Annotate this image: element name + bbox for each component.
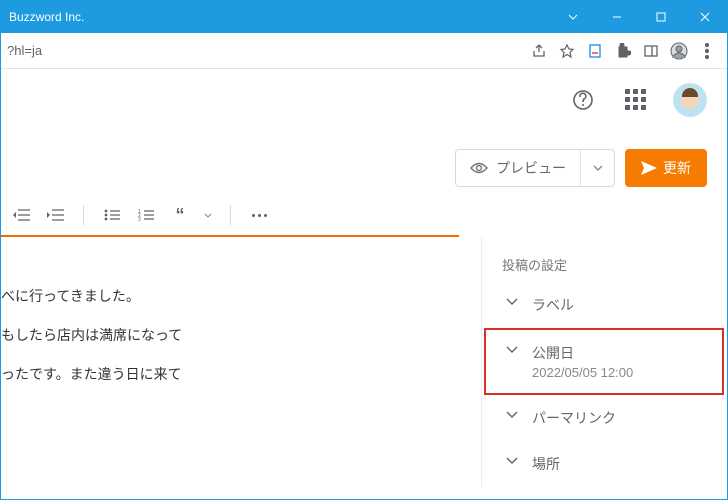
extensions-icon[interactable]	[609, 33, 637, 69]
outdent-icon[interactable]	[11, 205, 31, 225]
svg-text:3: 3	[138, 217, 141, 222]
update-label: 更新	[663, 158, 691, 178]
publish-date-value: 2022/05/05 12:00	[532, 365, 633, 380]
post-settings-sidebar: 投稿の設定 ラベル 公開日 2022/05/05 12:00 パーマリンク 場所	[481, 237, 727, 487]
accordion-labels[interactable]: ラベル	[502, 282, 727, 328]
editor-body[interactable]: べに行ってきました。 もしたら店内は満席になって ったです。また違う日に来て	[1, 237, 481, 487]
window-titlebar: Buzzword Inc.	[1, 1, 727, 33]
accordion-label: 公開日	[532, 343, 633, 363]
app-header	[1, 69, 727, 131]
sidepanel-icon[interactable]	[637, 33, 665, 69]
address-bar: ?hl=ja	[1, 33, 727, 69]
window-minimize[interactable]	[595, 1, 639, 33]
preview-button[interactable]: プレビュー	[455, 149, 615, 187]
window-maximize[interactable]	[639, 1, 683, 33]
bookmark-star-icon[interactable]	[553, 33, 581, 69]
update-button[interactable]: 更新	[625, 149, 707, 187]
help-icon[interactable]	[569, 86, 597, 114]
editor-line: もしたら店内は満席になって	[1, 316, 469, 355]
apps-grid-icon[interactable]	[621, 86, 649, 114]
accordion-permalink[interactable]: パーマリンク	[502, 395, 727, 441]
accordion-label: 場所	[532, 454, 560, 474]
window-dropdown[interactable]	[551, 1, 595, 33]
avatar[interactable]	[673, 83, 707, 117]
editor-toolbar: 123 “	[1, 205, 459, 237]
bullet-list-icon[interactable]	[102, 205, 122, 225]
more-icon[interactable]	[249, 205, 269, 225]
editor-line: ったです。また違う日に来て	[1, 355, 469, 394]
accordion-label: パーマリンク	[532, 408, 616, 428]
page-icon[interactable]	[581, 33, 609, 69]
editor-line: べに行ってきました。	[1, 277, 469, 316]
quote-icon[interactable]: “	[170, 205, 190, 225]
sidebar-title: 投稿の設定	[502, 255, 727, 274]
preview-caret[interactable]	[580, 150, 614, 186]
url-text[interactable]: ?hl=ja	[1, 43, 525, 58]
window-close[interactable]	[683, 1, 727, 33]
profile-icon[interactable]	[665, 33, 693, 69]
highlight-publish-date: 公開日 2022/05/05 12:00	[484, 328, 724, 395]
preview-label: プレビュー	[496, 158, 566, 178]
indent-icon[interactable]	[45, 205, 65, 225]
share-icon[interactable]	[525, 33, 553, 69]
number-list-icon[interactable]: 123	[136, 205, 156, 225]
action-row: プレビュー 更新	[1, 131, 727, 205]
window-title: Buzzword Inc.	[1, 10, 551, 24]
accordion-publish-date[interactable]: 公開日 2022/05/05 12:00	[502, 330, 722, 393]
chevron-down-icon[interactable]	[204, 213, 212, 218]
accordion-label: ラベル	[532, 295, 574, 315]
kebab-menu-icon[interactable]	[693, 33, 721, 69]
accordion-location[interactable]: 場所	[502, 441, 727, 487]
